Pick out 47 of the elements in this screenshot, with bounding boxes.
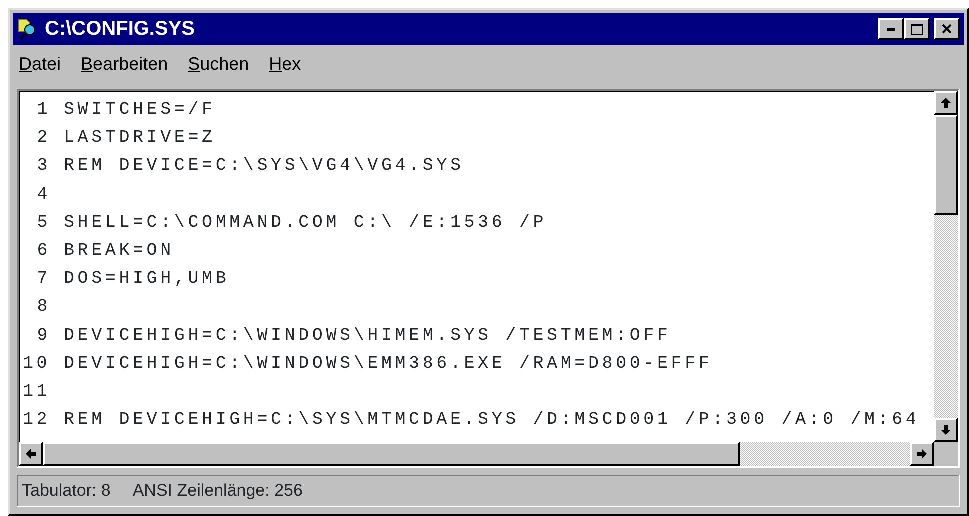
line-number: 9 [36,324,52,348]
line-number: 11 [23,380,52,404]
horizontal-scrollbar[interactable] [19,442,934,466]
line-number: 10 [23,352,52,376]
code-line: SHELL=C:\COMMAND.COM C:\ /E:1536 /P [64,212,548,235]
code-line: DOS=HIGH,UMB [64,268,230,292]
maximize-button[interactable] [904,18,930,40]
menu-item[interactable]: Hex [269,51,302,77]
line-number: 6 [36,240,52,263]
code-line: LASTDRIVE=Z [64,127,216,150]
close-button[interactable] [934,18,960,40]
status-text: ANSI Zeilenlänge: 256 [132,480,303,502]
line-number: 2 [36,127,52,150]
code-line: REM DEVICE=C:\SYS\VG4\VG4.SYS [64,155,464,178]
line-number: 12 [23,409,52,432]
line-number: 4 [36,184,52,207]
scroll-up-button[interactable] [934,91,958,115]
right-arrow-icon [917,449,927,459]
code-line: REM DEVICEHIGH=C:\SYS\MTMCDAE.SYS /D:MSCD001 /P:300 /A:0 /M:64 [64,409,920,432]
code-line: DEVICEHIGH=C:\WINDOWS\EMM386.EXE /RAM=D800-EFFF [64,352,713,376]
line-number: 1 [36,99,52,122]
menu-item[interactable]: Suchen [188,51,250,77]
code-line: BREAK=ON [64,240,174,263]
scroll-down-button[interactable] [934,418,958,442]
status-text: Tabulator: 8 [22,480,111,502]
scroll-thumb[interactable] [43,442,740,466]
window-title: C:\CONFIG.SYS [45,17,196,42]
menu-item[interactable]: Bearbeiten [81,51,168,77]
line-number: 8 [36,296,52,320]
left-arrow-icon [26,449,36,459]
scroll-right-button[interactable] [910,442,934,466]
menu-item[interactable]: Datei [19,51,62,77]
vertical-scrollbar[interactable] [934,91,958,442]
line-number: 7 [36,268,52,292]
code-line: DEVICEHIGH=C:\WINDOWS\HIMEM.SYS /TESTMEM:OFF [64,324,672,348]
down-arrow-icon [941,425,951,435]
scroll-left-button[interactable] [19,442,43,466]
minimize-button[interactable] [878,18,904,40]
maximize-icon [911,24,923,34]
scroll-thumb[interactable] [934,115,958,215]
line-number: 3 [36,155,52,178]
up-arrow-icon [941,98,951,108]
code-line: SWITCHES=/F [64,99,216,122]
line-number: 5 [36,212,52,235]
close-icon [942,24,952,34]
scrollbar-corner [934,442,958,466]
minimize-icon [887,28,895,30]
